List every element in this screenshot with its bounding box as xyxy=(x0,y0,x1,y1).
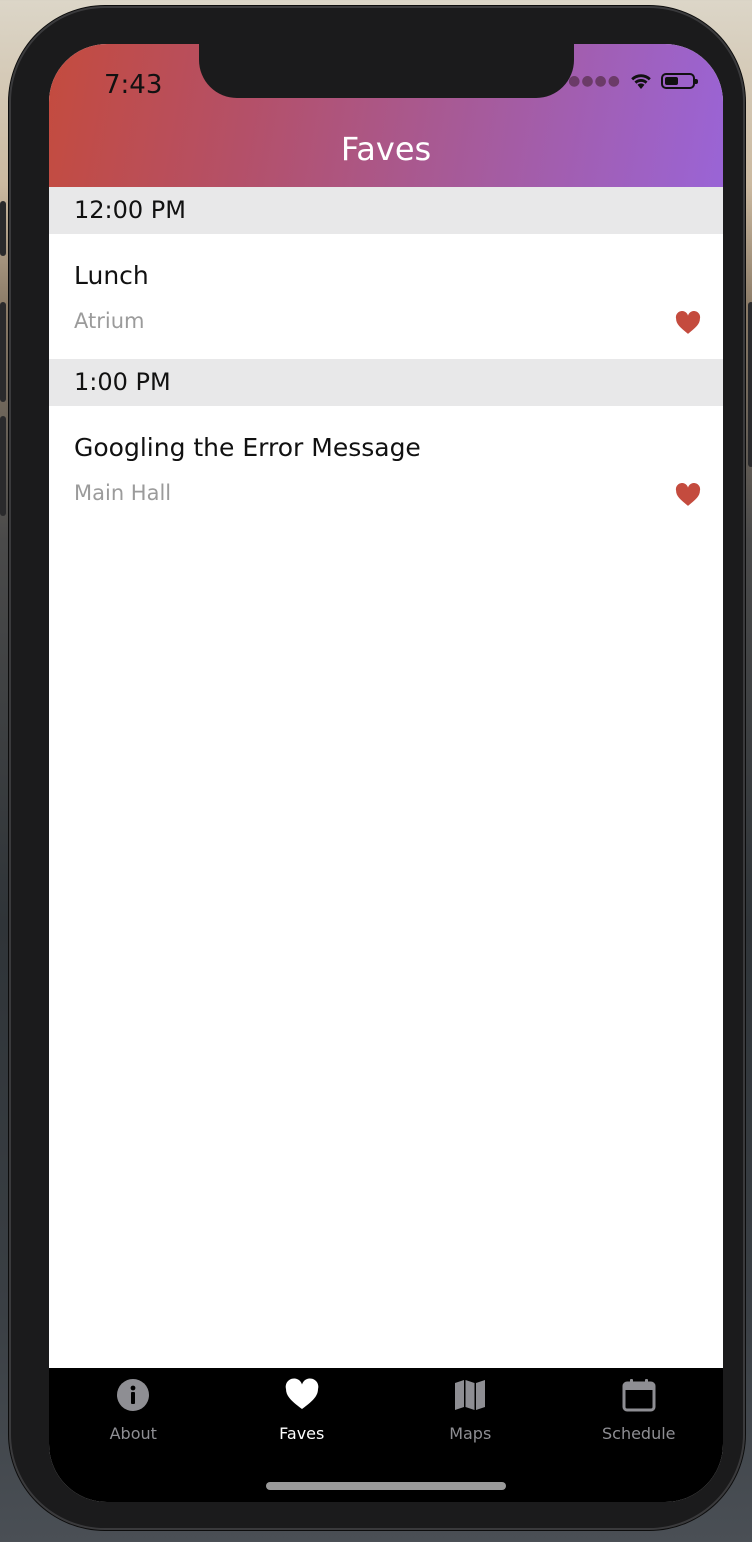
tab-faves[interactable]: Faves xyxy=(218,1368,387,1458)
tab-schedule[interactable]: Schedule xyxy=(555,1368,724,1458)
heart-icon xyxy=(285,1378,319,1409)
session-item-lunch[interactable]: Lunch Atrium xyxy=(49,234,723,359)
battery-icon xyxy=(661,73,698,89)
session-title: Googling the Error Message xyxy=(74,433,421,462)
status-icons: ●●●● xyxy=(568,72,698,90)
phone-frame: 7:43 ●●●● Faves 12:00 PM Lunch Atrium 1:… xyxy=(0,6,752,1530)
device-notch xyxy=(199,44,574,98)
session-location: Atrium xyxy=(74,309,145,333)
map-icon xyxy=(455,1380,486,1410)
wifi-icon xyxy=(631,74,651,89)
volume-up-button xyxy=(0,302,6,402)
page-title: Faves xyxy=(340,130,432,168)
home-indicator[interactable] xyxy=(266,1482,506,1490)
tab-maps[interactable]: Maps xyxy=(386,1368,555,1458)
volume-down-button xyxy=(0,416,6,516)
heart-icon[interactable] xyxy=(675,483,701,507)
session-location: Main Hall xyxy=(74,481,172,505)
session-item-googling[interactable]: Googling the Error Message Main Hall xyxy=(49,406,723,531)
tab-label: About xyxy=(109,1424,157,1443)
info-icon xyxy=(117,1379,150,1411)
mute-switch xyxy=(0,201,6,256)
section-header-time: 12:00 PM xyxy=(49,187,723,234)
tab-label: Faves xyxy=(279,1424,325,1443)
calendar-icon xyxy=(622,1379,656,1412)
session-title: Lunch xyxy=(74,261,149,290)
section-header-time: 1:00 PM xyxy=(49,359,723,406)
tab-label: Schedule xyxy=(601,1424,676,1443)
power-button xyxy=(748,302,752,467)
tab-about[interactable]: About xyxy=(49,1368,218,1458)
faves-list[interactable]: 12:00 PM Lunch Atrium 1:00 PM Googling t… xyxy=(49,187,723,1368)
app-screen: 7:43 ●●●● Faves 12:00 PM Lunch Atrium 1:… xyxy=(49,44,723,1502)
tab-label: Maps xyxy=(449,1424,492,1443)
signal-dots-icon: ●●●● xyxy=(568,73,621,89)
heart-icon[interactable] xyxy=(675,311,701,335)
status-time: 7:43 xyxy=(104,70,163,100)
header-bar: 7:43 ●●●● Faves xyxy=(49,44,723,187)
